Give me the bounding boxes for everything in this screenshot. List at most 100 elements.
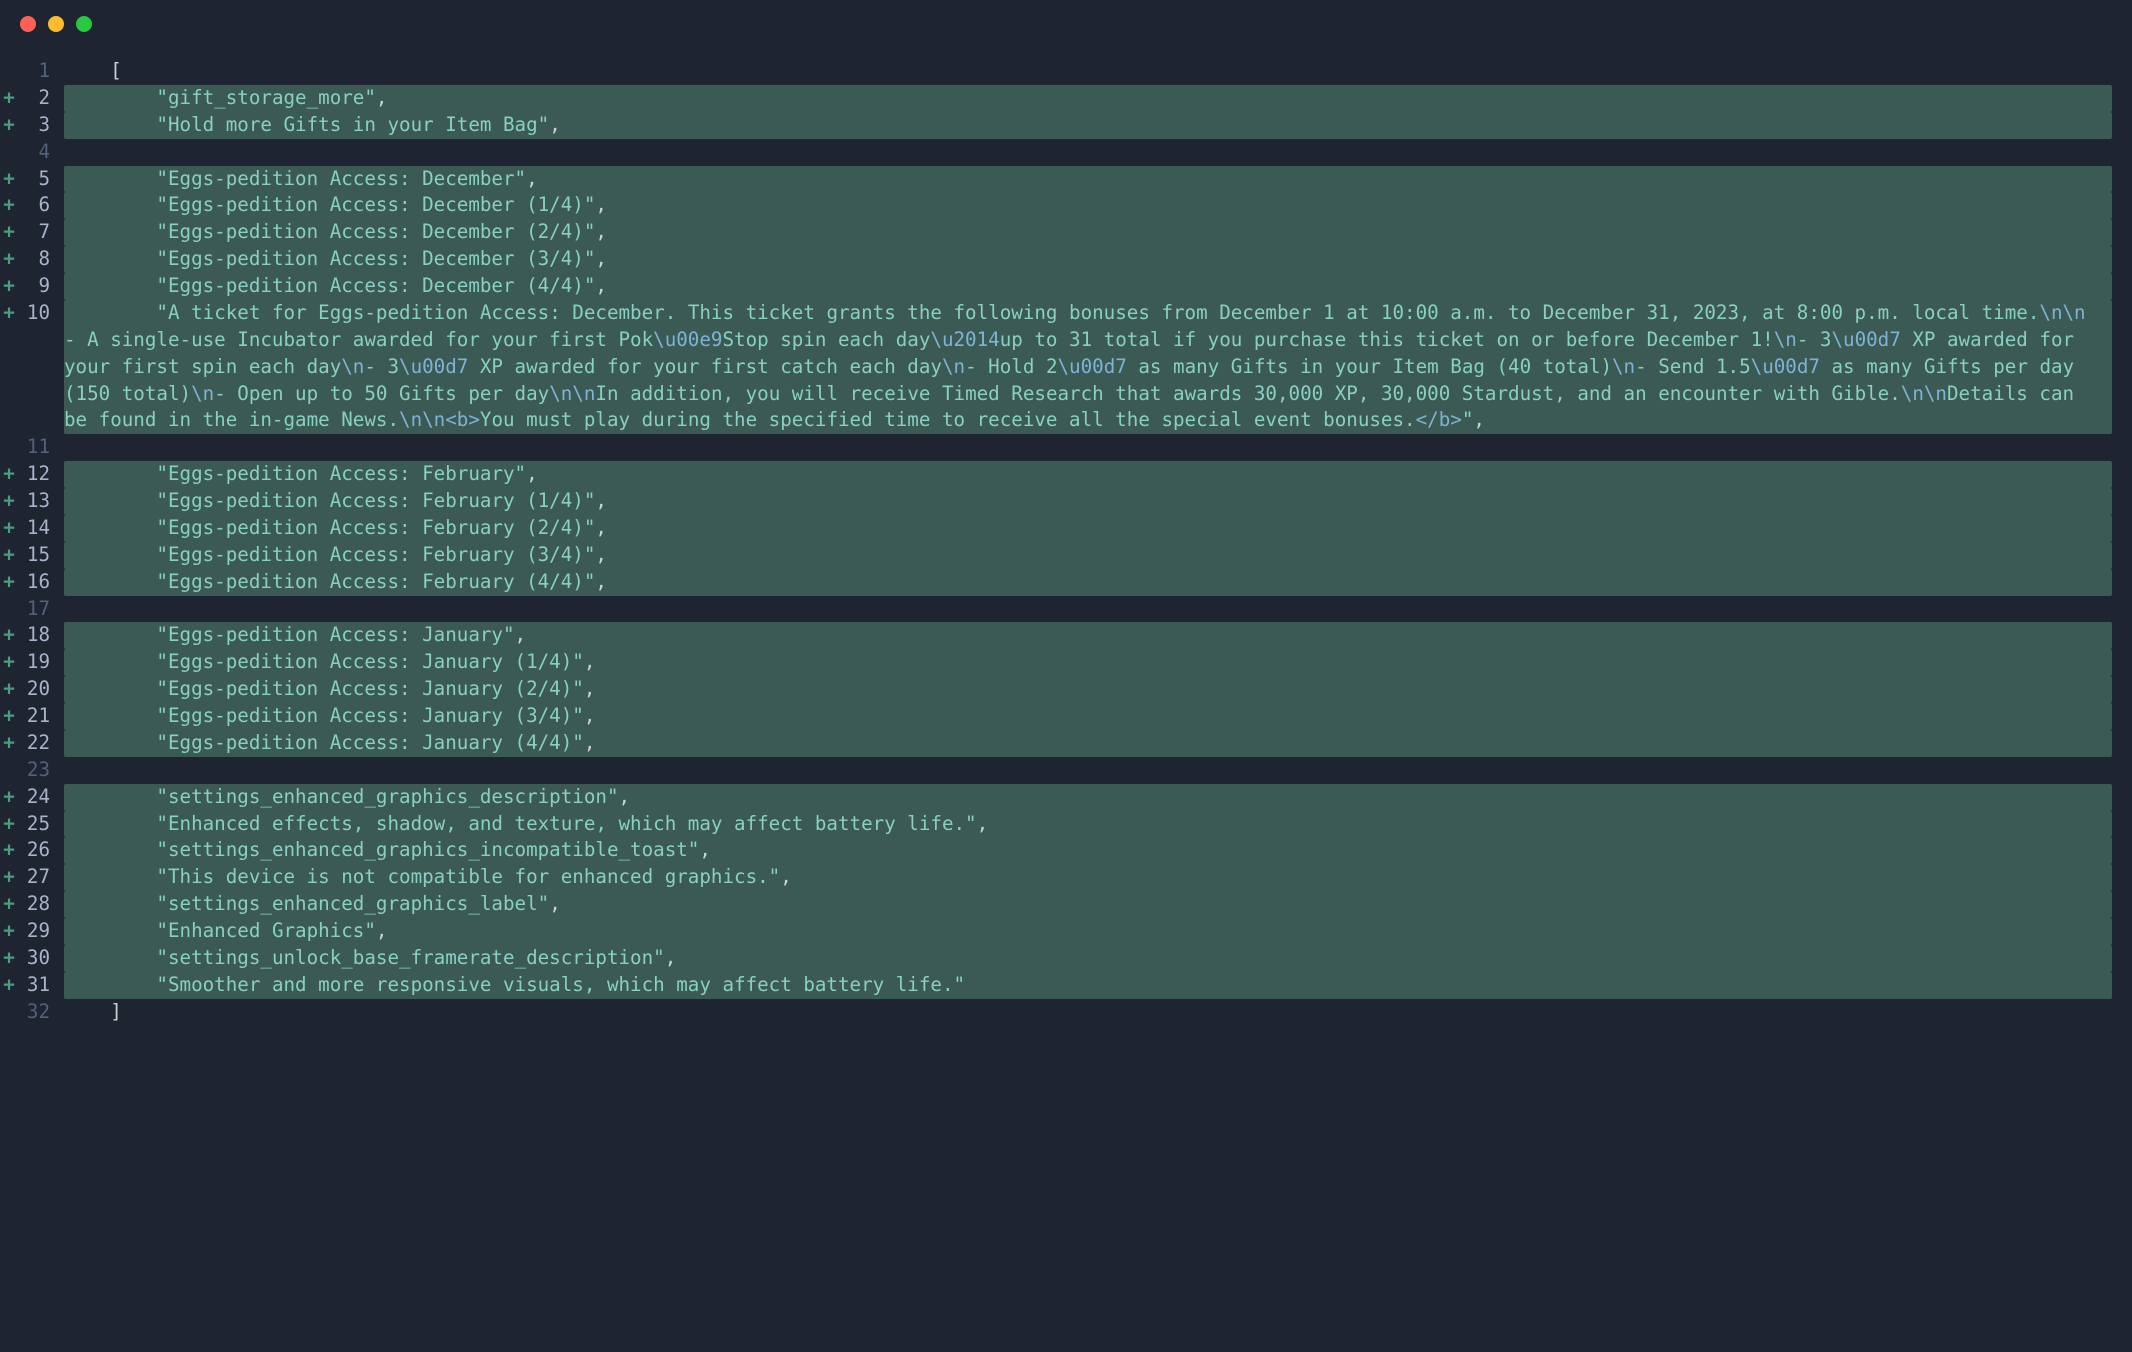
code-line: +18 "Eggs-pedition Access: January", bbox=[0, 622, 2112, 649]
window-titlebar bbox=[0, 0, 2132, 48]
line-number: 1 bbox=[18, 58, 64, 85]
code-line: +25 "Enhanced effects, shadow, and textu… bbox=[0, 811, 2112, 838]
gutter: +28 bbox=[0, 891, 64, 918]
line-content: "gift_storage_more", bbox=[64, 85, 2112, 112]
line-content: "Eggs-pedition Access: February (2/4)", bbox=[64, 515, 2112, 542]
line-number: 4 bbox=[18, 139, 64, 166]
gutter: +13 bbox=[0, 488, 64, 515]
line-content: "Eggs-pedition Access: January (4/4)", bbox=[64, 730, 2112, 757]
line-content: "Eggs-pedition Access: January", bbox=[64, 622, 2112, 649]
code-line: +26 "settings_enhanced_graphics_incompat… bbox=[0, 837, 2112, 864]
gutter: +26 bbox=[0, 837, 64, 864]
gutter: 32 bbox=[0, 999, 64, 1026]
line-number: 28 bbox=[18, 891, 64, 918]
diff-add-icon: + bbox=[0, 972, 18, 999]
line-content: "Smoother and more responsive visuals, w… bbox=[64, 972, 2112, 999]
line-number: 7 bbox=[18, 219, 64, 246]
gutter: +3 bbox=[0, 112, 64, 139]
diff-add-icon: + bbox=[0, 461, 18, 488]
gutter: 4 bbox=[0, 139, 64, 166]
line-content: "Eggs-pedition Access: January (2/4)", bbox=[64, 676, 2112, 703]
line-number: 27 bbox=[18, 864, 64, 891]
code-line: +6 "Eggs-pedition Access: December (1/4)… bbox=[0, 192, 2112, 219]
code-line: 17 bbox=[0, 596, 2112, 623]
gutter: +2 bbox=[0, 85, 64, 112]
diff-add-icon: + bbox=[0, 273, 18, 300]
line-content: "Eggs-pedition Access: December (1/4)", bbox=[64, 192, 2112, 219]
code-line: +22 "Eggs-pedition Access: January (4/4)… bbox=[0, 730, 2112, 757]
line-number: 9 bbox=[18, 273, 64, 300]
gutter: +9 bbox=[0, 273, 64, 300]
diff-add-icon: + bbox=[0, 703, 18, 730]
line-number: 16 bbox=[18, 569, 64, 596]
code-line: +31 "Smoother and more responsive visual… bbox=[0, 972, 2112, 999]
gutter: +14 bbox=[0, 515, 64, 542]
line-number: 3 bbox=[18, 112, 64, 139]
line-content: "Eggs-pedition Access: February (4/4)", bbox=[64, 569, 2112, 596]
line-content: [ bbox=[64, 58, 2112, 85]
gutter: +30 bbox=[0, 945, 64, 972]
diff-add-icon: + bbox=[0, 246, 18, 273]
diff-add-icon: + bbox=[0, 891, 18, 918]
gutter: +15 bbox=[0, 542, 64, 569]
code-editor[interactable]: 1 [+2 "gift_storage_more",+3 "Hold more … bbox=[0, 48, 2132, 1056]
code-line: +29 "Enhanced Graphics", bbox=[0, 918, 2112, 945]
code-line: +16 "Eggs-pedition Access: February (4/4… bbox=[0, 569, 2112, 596]
line-content: "Eggs-pedition Access: December", bbox=[64, 166, 2112, 193]
diff-add-icon: + bbox=[0, 837, 18, 864]
line-number: 6 bbox=[18, 192, 64, 219]
gutter: +10 bbox=[0, 300, 64, 327]
code-line: +15 "Eggs-pedition Access: February (3/4… bbox=[0, 542, 2112, 569]
gutter: 1 bbox=[0, 58, 64, 85]
code-line: +27 "This device is not compatible for e… bbox=[0, 864, 2112, 891]
diff-add-icon: + bbox=[0, 730, 18, 757]
line-number: 31 bbox=[18, 972, 64, 999]
gutter: +7 bbox=[0, 219, 64, 246]
line-number: 14 bbox=[18, 515, 64, 542]
line-content: "This device is not compatible for enhan… bbox=[64, 864, 2112, 891]
diff-add-icon: + bbox=[0, 112, 18, 139]
gutter: +19 bbox=[0, 649, 64, 676]
gutter: +22 bbox=[0, 730, 64, 757]
line-number: 21 bbox=[18, 703, 64, 730]
line-content: ] bbox=[64, 999, 2112, 1026]
code-line: +20 "Eggs-pedition Access: January (2/4)… bbox=[0, 676, 2112, 703]
gutter: +16 bbox=[0, 569, 64, 596]
diff-add-icon: + bbox=[0, 488, 18, 515]
diff-add-icon: + bbox=[0, 219, 18, 246]
line-number: 19 bbox=[18, 649, 64, 676]
code-line: +30 "settings_unlock_base_framerate_desc… bbox=[0, 945, 2112, 972]
line-number: 23 bbox=[18, 757, 64, 784]
line-content: "Eggs-pedition Access: February (3/4)", bbox=[64, 542, 2112, 569]
diff-add-icon: + bbox=[0, 85, 18, 112]
gutter: +12 bbox=[0, 461, 64, 488]
line-number: 17 bbox=[18, 596, 64, 623]
gutter: +20 bbox=[0, 676, 64, 703]
diff-add-icon: + bbox=[0, 945, 18, 972]
line-content: "Eggs-pedition Access: February", bbox=[64, 461, 2112, 488]
code-line: +3 "Hold more Gifts in your Item Bag", bbox=[0, 112, 2112, 139]
line-content: "settings_enhanced_graphics_label", bbox=[64, 891, 2112, 918]
code-line: 1 [ bbox=[0, 58, 2112, 85]
line-number: 32 bbox=[18, 999, 64, 1026]
diff-add-icon: + bbox=[0, 192, 18, 219]
line-number: 5 bbox=[18, 166, 64, 193]
line-number: 20 bbox=[18, 676, 64, 703]
gutter: +27 bbox=[0, 864, 64, 891]
line-number: 29 bbox=[18, 918, 64, 945]
code-line: +8 "Eggs-pedition Access: December (3/4)… bbox=[0, 246, 2112, 273]
diff-add-icon: + bbox=[0, 166, 18, 193]
diff-add-icon: + bbox=[0, 784, 18, 811]
code-line: +14 "Eggs-pedition Access: February (2/4… bbox=[0, 515, 2112, 542]
code-line: 32 ] bbox=[0, 999, 2112, 1026]
gutter: +8 bbox=[0, 246, 64, 273]
line-content: "settings_unlock_base_framerate_descript… bbox=[64, 945, 2112, 972]
gutter: +29 bbox=[0, 918, 64, 945]
close-icon[interactable] bbox=[20, 16, 36, 32]
line-number: 15 bbox=[18, 542, 64, 569]
gutter: +21 bbox=[0, 703, 64, 730]
code-line: +7 "Eggs-pedition Access: December (2/4)… bbox=[0, 219, 2112, 246]
zoom-icon[interactable] bbox=[76, 16, 92, 32]
line-number: 8 bbox=[18, 246, 64, 273]
minimize-icon[interactable] bbox=[48, 16, 64, 32]
